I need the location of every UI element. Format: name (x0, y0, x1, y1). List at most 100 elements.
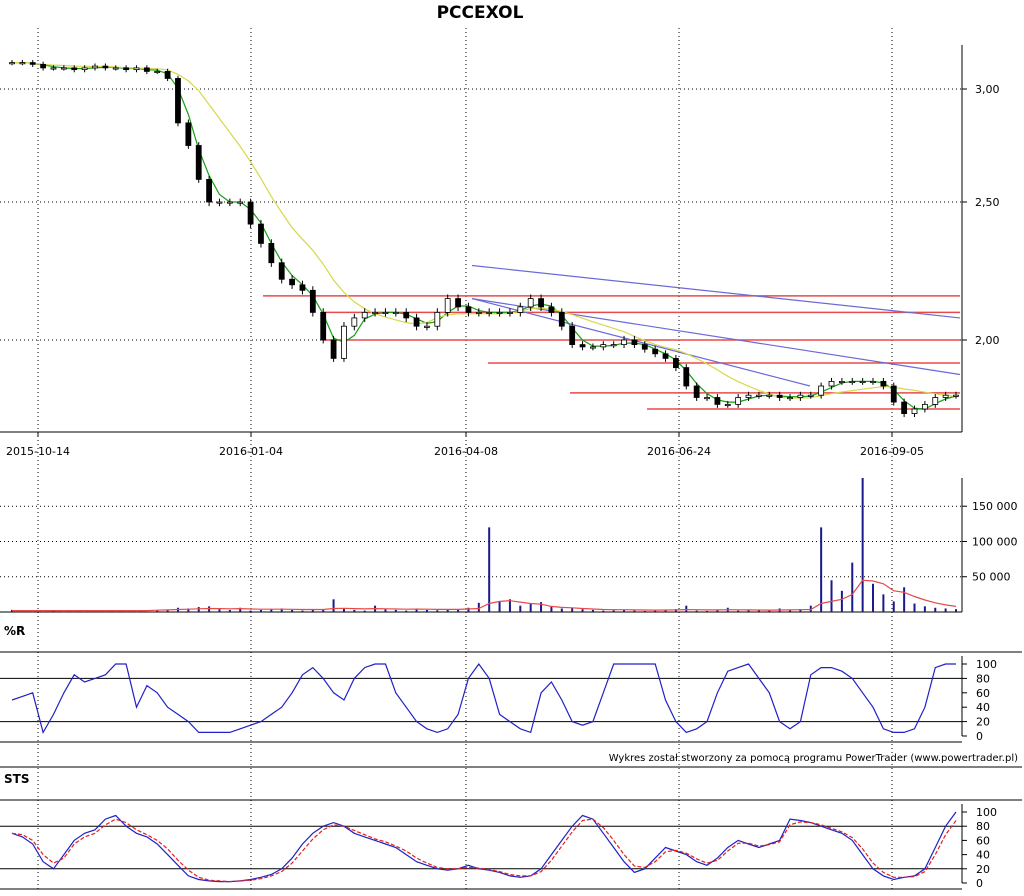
candle-body (155, 71, 160, 72)
candle-body (653, 349, 658, 354)
volume-bar (633, 611, 635, 612)
volume-bar (478, 603, 480, 612)
candle-body (144, 68, 149, 72)
volume-bar (21, 611, 23, 612)
candle-body (248, 202, 253, 224)
candle-body (808, 395, 813, 396)
volume-bar (384, 609, 386, 612)
candle-body (580, 345, 585, 347)
candle-body (881, 381, 886, 386)
candle-body (175, 78, 180, 122)
volume-bar (582, 609, 584, 612)
credit-text: Wykres został stworzony za pomocą progra… (609, 753, 1018, 764)
volume-bar (561, 608, 563, 612)
candle-body (341, 326, 346, 358)
candle-body (186, 123, 191, 146)
volume-bar (737, 611, 739, 612)
volume-y-tick-label: 150 000 (972, 500, 1018, 513)
volume-bar (198, 607, 200, 612)
price-x-tick-label: 2016-09-05 (860, 445, 924, 458)
volume-bar (592, 610, 594, 612)
volume-bar (882, 594, 884, 612)
candle-body (279, 263, 284, 280)
volume-bar (851, 563, 853, 612)
volume-bar (903, 587, 905, 612)
candle-body (954, 395, 959, 396)
sts-d-line (12, 819, 956, 882)
candle-body (445, 299, 450, 313)
candle-body (663, 354, 668, 359)
candle-body (321, 312, 326, 340)
candle-body (933, 398, 938, 405)
candle-body (393, 312, 398, 313)
volume-bar (260, 610, 262, 612)
candle-body (767, 395, 772, 396)
candle-body (756, 395, 761, 396)
candle-body (518, 307, 523, 313)
indicator-label: %R (4, 624, 25, 638)
volume-bar (499, 601, 501, 612)
volume-bar (831, 580, 833, 612)
candle-body (41, 64, 46, 68)
candle-body (72, 68, 77, 70)
candle-body (673, 358, 678, 367)
volume-bar (405, 611, 407, 612)
volume-bar (333, 599, 335, 612)
candle-body (860, 381, 865, 382)
candle-body (207, 179, 212, 202)
candle-body (684, 368, 689, 386)
candle-body (715, 398, 720, 405)
indicator-y-tick-label: 0 (976, 730, 983, 743)
volume-bar (426, 610, 428, 612)
candle-body (590, 347, 595, 348)
candle-body (570, 326, 575, 344)
candle-body (559, 312, 564, 326)
indicator-y-tick-label: 20 (976, 716, 990, 729)
price-x-tick-label: 2016-04-08 (434, 445, 498, 458)
volume-bar (519, 606, 521, 612)
stock-chart: PCCEXOL 3,002,502,002015-10-142016-01-04… (0, 0, 1024, 892)
price-x-tick-label: 2015-10-14 (6, 445, 70, 458)
volume-bar (841, 591, 843, 612)
candle-body (435, 312, 440, 326)
volume-bar (395, 610, 397, 612)
price-x-tick-label: 2016-01-04 (219, 445, 283, 458)
volume-bar (696, 611, 698, 612)
candle-body (217, 202, 222, 203)
candle-body (227, 202, 232, 203)
candle-body (383, 312, 388, 313)
candle-body (362, 312, 367, 318)
volume-bar (550, 606, 552, 612)
candle-body (424, 326, 429, 327)
candle-body (487, 312, 492, 313)
candle-body (601, 345, 606, 347)
candle-body (798, 395, 803, 397)
indicator-y-tick-label: 40 (976, 701, 990, 714)
indicator-y-tick-label: 0 (976, 877, 983, 890)
chart-title: PCCEXOL (437, 3, 524, 23)
candle-body (819, 386, 824, 395)
volume-bar (872, 584, 874, 612)
candle-body (839, 381, 844, 382)
volume-bar (343, 608, 345, 612)
williams-r-line (12, 664, 956, 732)
volume-bar (530, 604, 532, 612)
candle-body (549, 307, 554, 313)
candle-body (632, 340, 637, 345)
candle-body (466, 307, 471, 313)
volume-bar (301, 611, 303, 612)
candle-body (290, 279, 295, 285)
volume-bar (862, 478, 864, 612)
price-y-tick-label: 3,00 (975, 83, 1000, 96)
candle-body (92, 66, 97, 68)
indicator-y-tick-label: 60 (976, 834, 990, 847)
candle-body (10, 63, 15, 64)
candle-body (30, 63, 35, 65)
volume-bar (602, 611, 604, 612)
indicator-y-tick-label: 100 (976, 658, 997, 671)
candle-body (922, 404, 927, 409)
candle-body (456, 299, 461, 307)
candle-body (705, 398, 710, 399)
candle-body (736, 398, 741, 405)
candle-body (414, 318, 419, 326)
